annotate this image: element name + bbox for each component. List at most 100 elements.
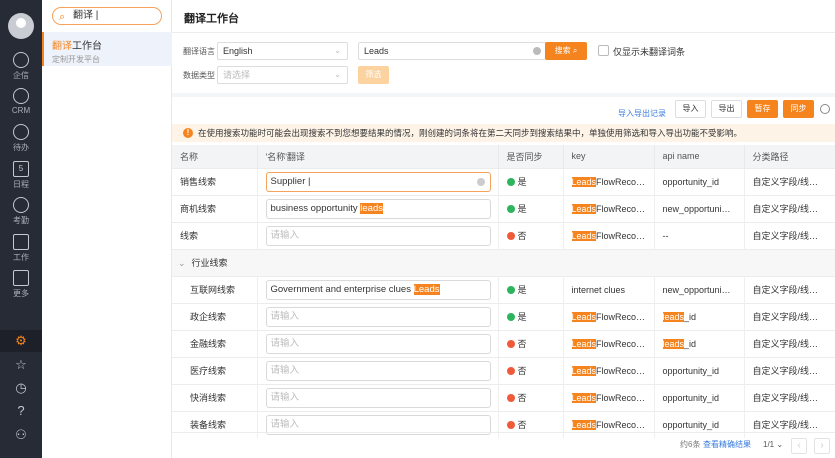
nav-crm[interactable]: CRM	[0, 88, 42, 115]
translation-input[interactable]: 请输入	[265, 387, 491, 408]
key-cell: LeadsFlowReco…	[563, 167, 655, 195]
only-untranslated-checkbox[interactable]	[598, 45, 609, 56]
highlight: Leads	[571, 311, 597, 322]
api-name-cell: new_opportuni…	[654, 275, 745, 303]
table-row: 医疗线索 请输入 否 LeadsFlowReco… opportunity_id 自定义字…	[172, 356, 835, 384]
highlight: Leads	[571, 176, 597, 187]
exact-results-link[interactable]: 查看精确结果	[703, 433, 751, 457]
translation-input[interactable]: 请输入	[265, 360, 491, 381]
nav-schedule[interactable]: 5 日程	[0, 161, 42, 190]
save-draft-button[interactable]: 暂存	[747, 100, 778, 118]
page-title: 翻译工作台	[184, 13, 239, 25]
translation-cell: business opportunity leads	[257, 194, 499, 222]
translation-placeholder: 请输入	[270, 364, 300, 376]
col-synced: 是否同步	[498, 145, 564, 168]
col-translation: '名称'翻译	[257, 145, 499, 168]
page-value: 1/1	[763, 440, 775, 449]
prev-page-button[interactable]: ‹	[791, 438, 807, 454]
type-select[interactable]: 请选择 ⌄	[217, 66, 348, 84]
key-text: FlowReco…	[596, 365, 646, 376]
import-button[interactable]: 导入	[675, 100, 706, 118]
clear-icon[interactable]	[533, 47, 541, 55]
group-row[interactable]: ⌄ 行业线索	[172, 248, 835, 276]
translation-input[interactable]: 请输入	[265, 306, 491, 327]
star-icon[interactable]: ☆	[0, 354, 42, 376]
lang-select[interactable]: English ⌄	[217, 42, 348, 60]
contacts-icon[interactable]: ⚇	[0, 424, 42, 446]
lang-label: 翻译语言	[183, 47, 215, 56]
nav-attendance[interactable]: 考勤	[0, 197, 42, 226]
page-select[interactable]: 1/1 ⌄	[763, 433, 783, 457]
search-value: 翻译 |	[73, 10, 99, 21]
app-search-input[interactable]: ⌕ 翻译 |	[52, 7, 162, 25]
location-check-icon	[13, 197, 29, 213]
name-cell: 商机线索	[172, 194, 258, 222]
result-subtitle: 定制开发平台	[52, 55, 100, 64]
path-text: 自定义字段/线…	[752, 393, 819, 403]
path-text: 自定义字段/线…	[752, 177, 819, 187]
import-export-history-link[interactable]: 导入导出记录	[618, 108, 666, 119]
nav-label: 工作	[13, 253, 29, 262]
nav-qixin[interactable]: 企信	[0, 52, 42, 81]
divider	[172, 32, 835, 33]
translation-placeholder: 请输入	[270, 229, 300, 241]
key-text: FlowReco…	[596, 203, 646, 214]
key-text: FlowReco…	[596, 230, 646, 241]
filter-button[interactable]: 筛选	[358, 66, 389, 84]
sync-button[interactable]: 同步	[783, 100, 814, 118]
table-row: 销售线索 Supplier | 是 LeadsFlowReco… opportunity…	[172, 167, 835, 195]
warning-icon	[506, 367, 515, 375]
highlight: Leads	[571, 392, 597, 403]
next-page-button[interactable]: ›	[814, 438, 830, 454]
path-text: 自定义字段/线…	[752, 420, 819, 431]
search-result-item[interactable]: 翻译工作台 定制开发平台	[42, 32, 172, 66]
table-row: 线索 请输入 否 LeadsFlowReco… -- 自定义字段/线…	[172, 221, 835, 249]
clock-icon[interactable]: ◷	[0, 377, 42, 399]
sync-cell: 否	[498, 329, 564, 357]
search-button[interactable]: 搜索 ⌕	[545, 42, 587, 60]
table-row: 金融线索 请输入否 LeadsFlowReco… leads_id 自定义字段/线…	[172, 329, 835, 357]
translation-value: Supplier |	[270, 175, 311, 187]
table-row: 商机线索 business opportunity leads 是 LeadsFlow…	[172, 194, 835, 222]
nav-work[interactable]: 工作	[0, 234, 42, 263]
settings-icon[interactable]: ⚙	[0, 330, 42, 352]
translation-placeholder: 请输入	[270, 310, 300, 322]
table-row: 政企线索 请输入是 LeadsFlowReco… leads_id 自定义字段/线…	[172, 302, 835, 330]
highlight: Leads	[571, 365, 597, 376]
name-text: 快消线索	[190, 393, 227, 403]
search-panel: ⌕ 翻译 | 翻译工作台 定制开发平台	[42, 0, 172, 458]
sync-status: 否	[517, 339, 527, 349]
path-cell: 自定义字段/线…	[744, 275, 835, 303]
clear-icon[interactable]	[476, 177, 485, 186]
notice-bar: ! 在使用搜索功能时可能会出现搜索不到您想要结果的情况，刚创建的词条将在第二天同步…	[172, 124, 835, 142]
highlight: Leads	[571, 230, 597, 241]
api-name-text: opportunity_id	[662, 176, 720, 187]
api-name-text: new_opportuni…	[662, 203, 731, 214]
api-name-text: new_opportuni…	[662, 284, 731, 295]
search-icon: ⌕	[59, 11, 66, 23]
key-cell: LeadsFlowReco…	[563, 383, 655, 411]
path-text: 自定义字段/线…	[752, 231, 819, 241]
nav-todo[interactable]: 待办	[0, 124, 42, 153]
translation-input[interactable]: 请输入	[265, 333, 491, 354]
translation-input[interactable]: 请输入	[265, 225, 491, 246]
translation-input[interactable]: Supplier |	[265, 171, 491, 192]
keyword-input[interactable]: Leads	[358, 42, 546, 60]
nav-more[interactable]: 更多	[0, 270, 42, 299]
export-button[interactable]: 导出	[711, 100, 742, 118]
name-text: 金融线索	[190, 339, 227, 349]
translation-input[interactable]: business opportunity leads	[265, 198, 491, 219]
check-circle-icon	[506, 178, 515, 186]
group-cell: ⌄ 行业线索	[172, 248, 835, 276]
lang-value: English	[223, 46, 253, 56]
col-key: key	[563, 145, 655, 168]
translation-input[interactable]: Government and enterprise clues Leads	[265, 279, 491, 300]
avatar[interactable]	[8, 13, 34, 39]
warning-icon	[506, 421, 515, 430]
settings-icon[interactable]	[820, 104, 830, 114]
check-circle-icon	[506, 313, 515, 321]
help-icon[interactable]: ?	[0, 400, 42, 422]
translation-value: business opportunity	[270, 202, 361, 214]
translation-cell: 请输入	[257, 383, 499, 411]
api-name-cell: leads_id	[654, 329, 745, 357]
